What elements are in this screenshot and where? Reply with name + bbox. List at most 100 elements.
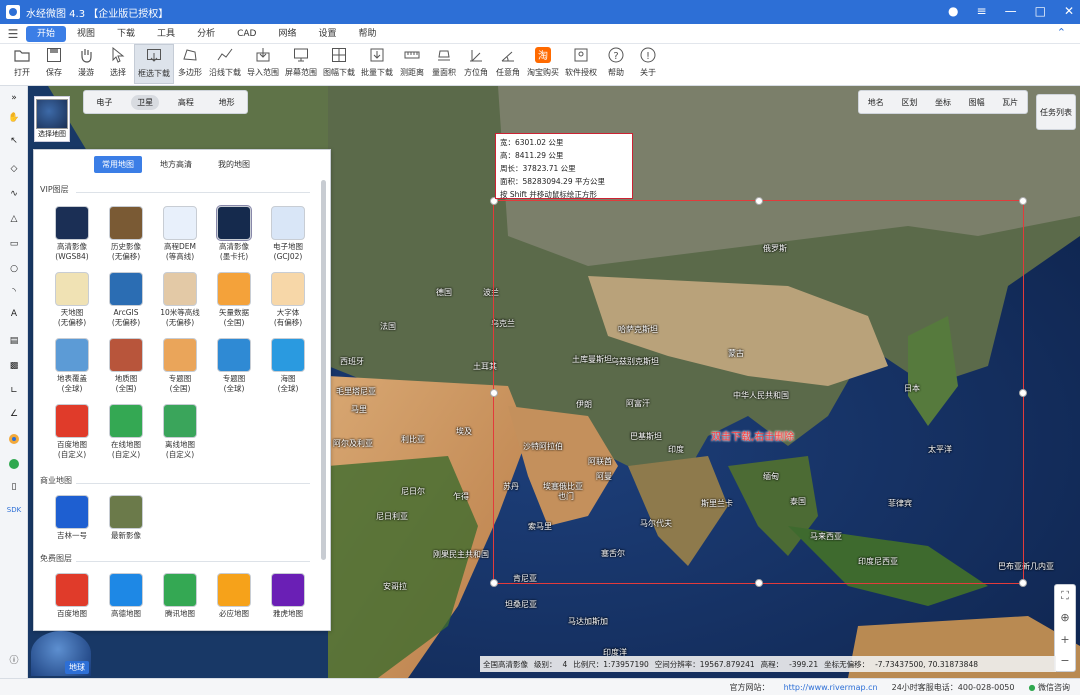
user-icon[interactable]: ●	[948, 4, 958, 18]
close-button[interactable]: ✕	[1064, 4, 1074, 18]
green-status-icon[interactable]	[5, 456, 23, 472]
sdk-icon[interactable]: SDK	[5, 502, 23, 518]
help-circle-icon[interactable]: ⓘ	[5, 651, 23, 667]
sheet-toggle[interactable]: 图幅	[969, 97, 985, 108]
print-icon[interactable]: ▩	[5, 358, 23, 374]
layer-tile[interactable]: 地质图 (全国)	[100, 338, 152, 394]
layer-panel-scrollbar[interactable]	[321, 180, 326, 560]
marker-icon[interactable]: ◇	[5, 161, 23, 177]
layer-icon[interactable]: ▤	[5, 333, 23, 349]
any-angle-button[interactable]: 任意角	[492, 44, 524, 84]
layer-tile[interactable]: 矢量数据 (全国)	[208, 272, 260, 328]
azimuth-button[interactable]: 方位角	[460, 44, 492, 84]
maptype-satellite[interactable]: 卫星	[131, 94, 160, 110]
arc-icon[interactable]: ◝	[5, 284, 23, 300]
polygon-icon[interactable]: △	[5, 211, 23, 227]
placename-toggle[interactable]: 地名	[868, 97, 884, 108]
zoom-in-button[interactable]: +	[1060, 633, 1069, 646]
layer-tile[interactable]: 专题图 (全球)	[208, 338, 260, 394]
text-icon[interactable]: A	[5, 306, 23, 322]
layer-tile[interactable]: 高清影像 (墨卡托)	[208, 205, 260, 262]
menu-analysis[interactable]: 分析	[186, 26, 226, 42]
about-button[interactable]: ! 关于	[632, 44, 664, 84]
menu-tools[interactable]: 工具	[146, 26, 186, 42]
open-button[interactable]: 打开	[6, 44, 38, 84]
layer-tile[interactable]: 10米等高线 (无偏移)	[154, 272, 206, 328]
menu-view[interactable]: 视图	[66, 26, 106, 42]
layer-tile[interactable]: 百度地图 (自定义)	[46, 404, 98, 460]
division-toggle[interactable]: 区划	[901, 97, 917, 108]
polyline-icon[interactable]: ∿	[5, 186, 23, 202]
fullscreen-icon[interactable]: ⛶	[1061, 589, 1069, 603]
angle-icon[interactable]: ∠	[5, 406, 23, 422]
layer-tile[interactable]: 电子地图 (GCJ02)	[262, 206, 314, 262]
layer-tile[interactable]: 最新影像	[100, 495, 152, 541]
expand-icon[interactable]: »	[5, 90, 23, 106]
measure-area-button[interactable]: 量面积	[428, 44, 460, 84]
rectangle-icon[interactable]: ▭	[5, 236, 23, 252]
locate-icon[interactable]: ⊕	[1060, 611, 1069, 624]
maptype-elevation[interactable]: 高程	[172, 95, 200, 110]
taobao-buy-button[interactable]: 淘淘宝购买	[524, 44, 562, 84]
layer-tile[interactable]: 大字体 (有偏移)	[262, 272, 314, 328]
circle-icon[interactable]: ○	[5, 261, 23, 277]
collapse-ribbon-icon[interactable]: ⌃	[1057, 26, 1066, 39]
tab-local-hd[interactable]: 地方高清	[152, 156, 200, 173]
globe-view-button[interactable]: 地球	[31, 631, 91, 676]
website-link[interactable]: http://www.rivermap.cn	[784, 683, 878, 692]
zoom-out-button[interactable]: −	[1060, 654, 1069, 667]
help-button[interactable]: ? 帮助	[600, 44, 632, 84]
menu-icon[interactable]: ≡	[977, 4, 987, 18]
batch-download-button[interactable]: 批量下载	[358, 44, 396, 84]
menu-network[interactable]: 网络	[267, 26, 307, 42]
minimize-button[interactable]: —	[1005, 4, 1017, 18]
measure-distance-button[interactable]: 测距离	[396, 44, 428, 84]
menu-settings[interactable]: 设置	[307, 26, 347, 42]
layer-tile[interactable]: 百度地图	[46, 573, 98, 619]
layer-tile[interactable]: 雅虎地图	[262, 573, 314, 619]
sheet-download-button[interactable]: 图幅下载	[320, 44, 358, 84]
layer-tile[interactable]: 天地图 (无偏移)	[46, 272, 98, 328]
layer-tile[interactable]: 在线地图 (自定义)	[100, 404, 152, 460]
azimuth-icon[interactable]: ∟	[5, 383, 23, 399]
device-icon[interactable]: ▯	[5, 479, 23, 495]
coordinate-toggle[interactable]: 坐标	[935, 97, 951, 108]
layer-tile[interactable]: ArcGIS (无偏移)	[100, 272, 152, 328]
layer-tile[interactable]: 历史影像 (无偏移)	[100, 206, 152, 262]
box-download-button[interactable]: 框选下载	[134, 44, 174, 84]
polygon-button[interactable]: 多边形	[174, 44, 206, 84]
hand-icon[interactable]: ✋	[5, 110, 23, 126]
tab-common-maps[interactable]: 常用地图	[94, 156, 142, 173]
earth-icon[interactable]	[5, 431, 23, 447]
layer-tile[interactable]: 海图 (全球)	[262, 338, 314, 394]
menu-cad[interactable]: CAD	[226, 26, 267, 42]
layer-tile[interactable]: 必应地图	[208, 573, 260, 619]
layer-tile[interactable]: 地表覆盖 (全球)	[46, 338, 98, 394]
wechat-consult[interactable]: ● 微信咨询	[1028, 682, 1070, 693]
pointer-icon[interactable]: ↖	[5, 133, 23, 149]
import-range-button[interactable]: 导入范围	[244, 44, 282, 84]
tile-toggle[interactable]: 瓦片	[1002, 97, 1018, 108]
layer-tile[interactable]: 高德地图	[100, 573, 152, 619]
layer-tile[interactable]: 离线地图 (自定义)	[154, 404, 206, 460]
line-download-button[interactable]: 沿线下载	[206, 44, 244, 84]
save-button[interactable]: 保存	[38, 44, 70, 84]
screen-range-button[interactable]: 屏幕范围	[282, 44, 320, 84]
layer-tile[interactable]: 高清影像 (WGS84)	[46, 206, 98, 262]
pan-button[interactable]: 漫游	[70, 44, 102, 84]
menu-help[interactable]: 帮助	[347, 26, 387, 42]
layer-tile[interactable]: 专题图 (全国)	[154, 338, 206, 394]
maximize-button[interactable]: □	[1035, 4, 1046, 18]
tab-my-maps[interactable]: 我的地图	[210, 156, 258, 173]
select-map-button[interactable]: 选择地图	[34, 96, 70, 142]
layer-tile[interactable]: 吉林一号	[46, 495, 98, 541]
task-list-button[interactable]: 任务列表	[1036, 94, 1076, 130]
license-button[interactable]: 软件授权	[562, 44, 600, 84]
layer-tile[interactable]: 高程DEM (等高线)	[154, 206, 206, 262]
hamburger-icon[interactable]: ☰	[0, 27, 26, 41]
menu-start[interactable]: 开始	[26, 25, 67, 42]
select-button[interactable]: 选择	[102, 44, 134, 84]
layer-tile[interactable]: 腾讯地图	[154, 573, 206, 619]
maptype-terrain[interactable]: 地形	[213, 95, 241, 110]
menu-download[interactable]: 下载	[106, 26, 146, 42]
